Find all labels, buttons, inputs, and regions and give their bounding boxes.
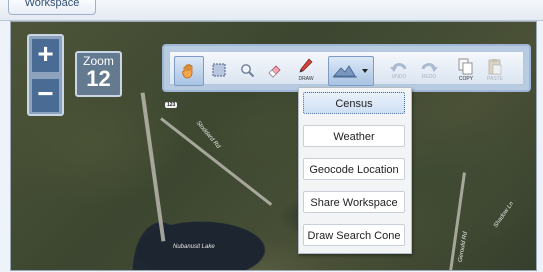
- redo-button[interactable]: REDO: [416, 56, 442, 84]
- undo-caption: UNDO: [391, 74, 407, 80]
- zoom-in-button[interactable]: +: [32, 39, 59, 72]
- paste-button[interactable]: PASTE: [482, 56, 508, 84]
- route-shield: 123: [165, 102, 178, 108]
- toolbar-body: DRAW UNDO REDO COPY PASTE: [169, 51, 524, 86]
- lake-label: Nubanusit Lake: [173, 244, 215, 250]
- copy-icon: [458, 58, 473, 75]
- zoom-control: + −: [27, 34, 64, 116]
- zoom-level-value: 12: [86, 66, 111, 91]
- redo-icon: [421, 63, 438, 72]
- eraser-icon: [268, 65, 281, 78]
- paste-icon: [488, 59, 502, 75]
- menu-item-geocode-location[interactable]: Geocode Location: [303, 158, 405, 180]
- zoom-out-button[interactable]: −: [32, 79, 59, 112]
- redo-caption: REDO: [421, 74, 437, 80]
- draw-caption: DRAW: [298, 76, 314, 82]
- analysis-dropdown-button[interactable]: [328, 56, 374, 86]
- undo-icon: [390, 63, 407, 72]
- paste-caption: PASTE: [486, 76, 504, 82]
- road-label-side: Gerould Rd: [457, 231, 469, 263]
- zoom-level-indicator: Zoom 12: [75, 51, 122, 97]
- hand-icon: [182, 64, 193, 79]
- select-rect-icon: [212, 63, 226, 77]
- copy-caption: COPY: [458, 76, 474, 82]
- draw-button[interactable]: DRAW: [292, 56, 320, 84]
- search-button[interactable]: [236, 56, 258, 84]
- menu-item-share-workspace[interactable]: Share Workspace: [303, 191, 405, 213]
- map-toolbar: DRAW UNDO REDO COPY PASTE: [162, 44, 531, 92]
- pencil-icon: [299, 58, 313, 73]
- magnifier-icon: [240, 63, 254, 77]
- erase-button[interactable]: [264, 56, 286, 84]
- pan-button[interactable]: [174, 56, 204, 86]
- analysis-dropdown-icon: [333, 65, 368, 78]
- road: [160, 117, 273, 206]
- menu-item-weather[interactable]: Weather: [303, 125, 405, 147]
- menu-item-census[interactable]: Census: [303, 92, 405, 114]
- road-label-east: Shadow Ln: [492, 200, 516, 230]
- tab-strip: Workspace: [0, 0, 543, 21]
- tab-workspace[interactable]: Workspace: [8, 0, 96, 15]
- select-button[interactable]: [208, 56, 230, 84]
- menu-item-draw-search-cone[interactable]: Draw Search Cone: [303, 224, 405, 246]
- copy-button[interactable]: COPY: [454, 56, 478, 84]
- road: [140, 92, 166, 242]
- analysis-dropdown-menu: Census Weather Geocode Location Share Wo…: [298, 87, 412, 254]
- undo-button[interactable]: UNDO: [386, 56, 412, 84]
